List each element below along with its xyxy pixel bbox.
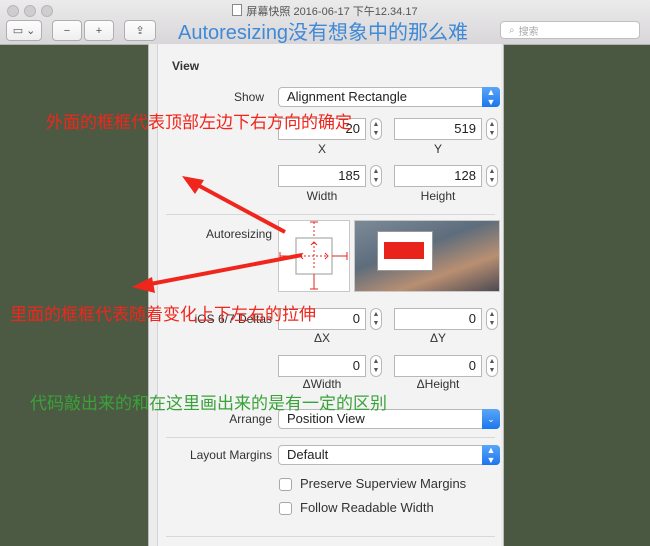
annotation-arrows xyxy=(132,176,303,293)
code-difference-annotation: 代码敲出来的和在这里画出来的是有一定的区别 xyxy=(30,394,387,413)
outer-frame-arrow xyxy=(193,181,286,234)
outer-frame-arrowhead xyxy=(182,176,204,194)
outer-frame-annotation: 外面的框框代表顶部左边下右方向的确定 xyxy=(46,113,352,132)
inner-frame-arrow xyxy=(144,253,303,287)
inner-frame-arrowhead xyxy=(132,277,155,293)
inner-frame-annotation: 里面的框框代表随着变化上下左右的拉伸 xyxy=(10,305,316,324)
